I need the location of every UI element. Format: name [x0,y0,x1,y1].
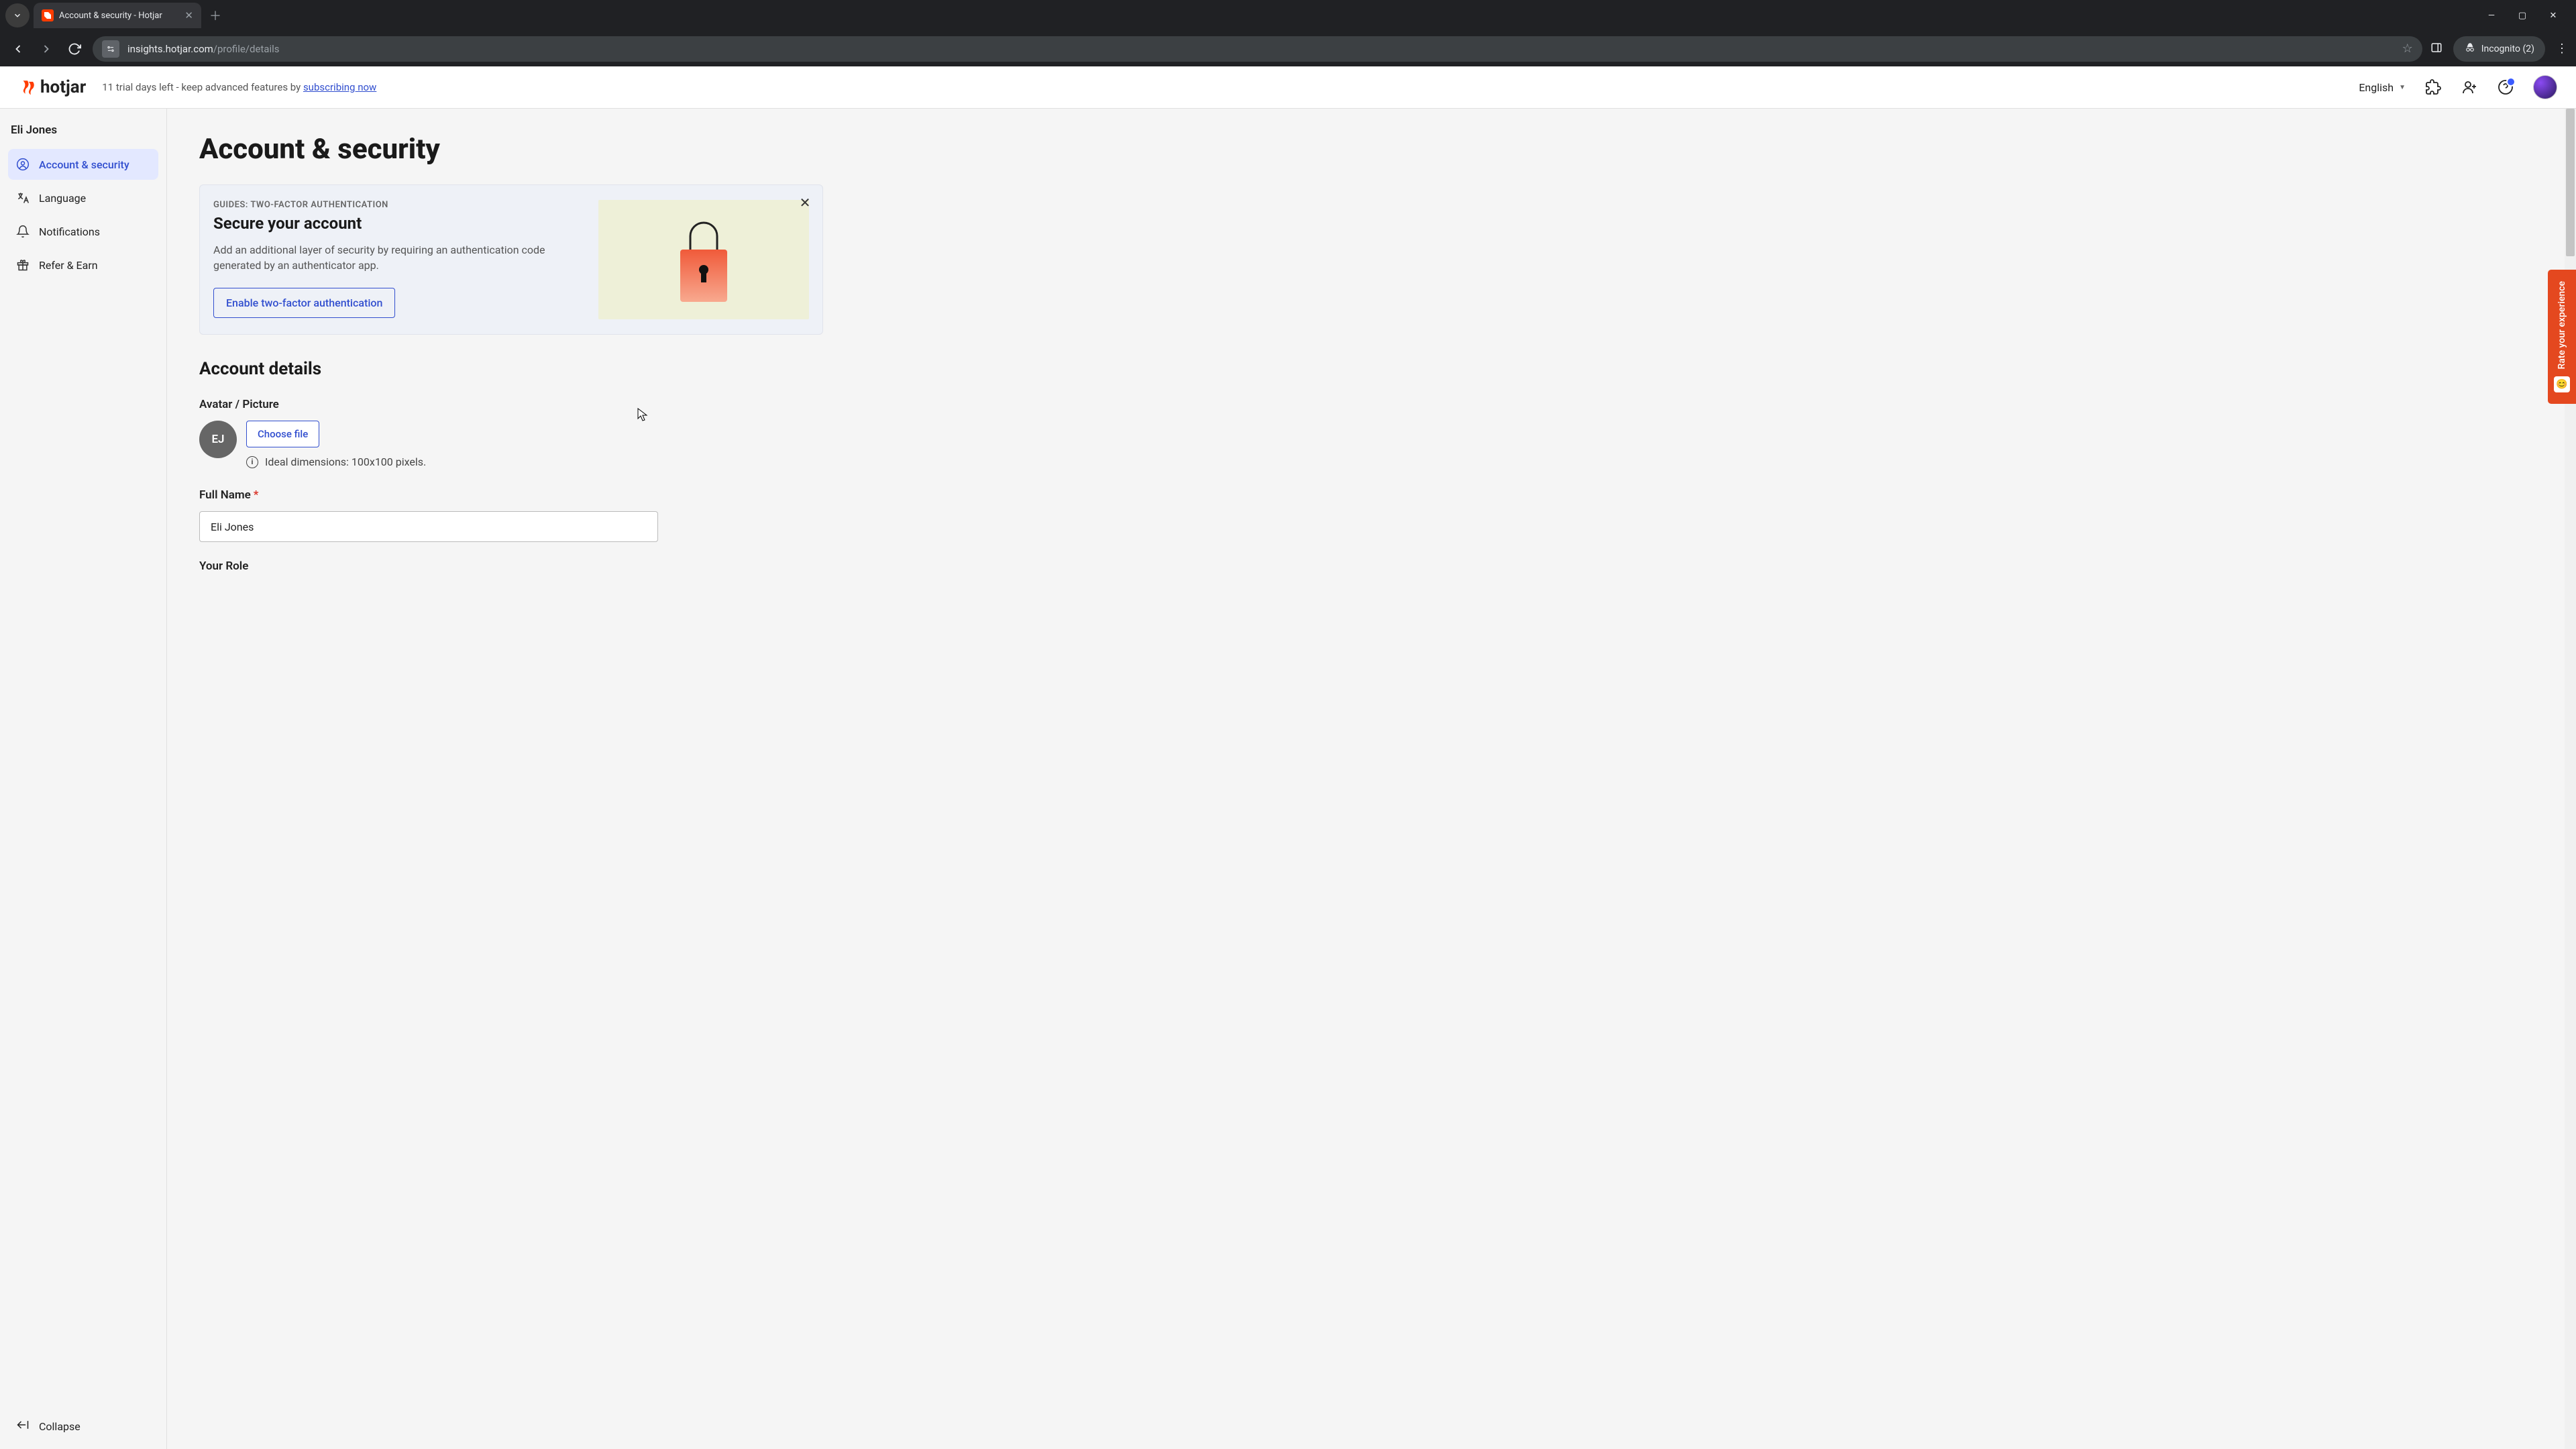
collapse-icon [16,1418,30,1434]
tab-search-button[interactable] [5,3,30,28]
sidebar-item-refer-earn[interactable]: Refer & Earn [8,250,158,280]
app-viewport: hotjar 11 trial days left - keep advance… [0,66,2576,1449]
banner-illustration [598,200,809,319]
bell-icon [16,225,30,238]
choose-file-button[interactable]: Choose file [246,421,319,447]
hint-text: Ideal dimensions: 100x100 pixels. [265,455,426,468]
banner-description: Add an additional layer of security by r… [213,242,549,273]
subscribe-link[interactable]: subscribing now [303,81,376,93]
language-selector[interactable]: English ▼ [2359,81,2406,94]
header-right: English ▼ [2359,75,2557,99]
sidebar-item-label: Account & security [39,158,129,171]
app-body: Eli Jones Account & security Language No… [0,109,2576,1449]
sidebar-item-language[interactable]: Language [8,182,158,213]
close-tab-icon[interactable]: ✕ [184,9,193,21]
side-panel-icon[interactable] [2430,42,2443,56]
gift-icon [16,258,30,272]
avatar-hint: i Ideal dimensions: 100x100 pixels. [246,455,426,468]
collapse-sidebar-button[interactable]: Collapse [8,1411,158,1441]
banner-title: Secure your account [213,214,585,233]
nav-bar: insights.hotjar.com/profile/details ☆ In… [0,31,2576,66]
invite-user-icon[interactable] [2461,78,2478,96]
url-text: insights.hotjar.com/profile/details [127,43,2394,55]
main-content: Account & security GUIDES: TWO-FACTOR AU… [167,109,2576,1449]
feedback-tab[interactable]: Rate your experience 😊 [2548,270,2576,404]
reload-button[interactable] [64,39,85,59]
full-name-label: Full Name* [199,488,2544,502]
incognito-label: Incognito (2) [2481,44,2534,54]
chevron-down-icon: ▼ [2399,84,2406,91]
browser-tab[interactable]: Account & security - Hotjar ✕ [34,3,201,28]
sidebar-item-label: Language [39,192,86,205]
hotjar-favicon-icon [42,9,54,21]
info-icon: i [246,456,258,468]
hotjar-logo[interactable]: hotjar [19,77,86,97]
toolbar-right: Incognito (2) ⋮ [2430,36,2568,62]
smiley-icon: 😊 [2554,376,2570,392]
window-controls: ― ▢ ✕ [2485,11,2571,21]
tab-strip: Account & security - Hotjar ✕ ＋ ― ▢ ✕ [0,0,2576,31]
avatar-label: Avatar / Picture [199,398,2544,411]
avatar-placeholder: EJ [199,421,237,458]
banner-eyebrow: GUIDES: TWO-FACTOR AUTHENTICATION [213,200,585,210]
close-banner-button[interactable]: ✕ [797,195,813,211]
maximize-button[interactable]: ▢ [2516,11,2529,21]
lock-icon [667,213,741,307]
back-button[interactable] [8,39,28,59]
user-avatar[interactable] [2533,75,2557,99]
language-label: English [2359,81,2394,94]
browser-menu-icon[interactable]: ⋮ [2556,42,2568,56]
feedback-label: Rate your experience [2557,281,2567,369]
enable-2fa-button[interactable]: Enable two-factor authentication [213,288,395,318]
your-role-label: Your Role [199,559,2544,573]
app-header: hotjar 11 trial days left - keep advance… [0,66,2576,109]
section-title-account-details: Account details [199,359,2544,379]
sidebar-item-label: Notifications [39,225,100,238]
integrations-icon[interactable] [2424,78,2442,96]
logo-text: hotjar [40,77,86,97]
forward-button[interactable] [36,39,56,59]
sidebar-item-notifications[interactable]: Notifications [8,216,158,247]
user-circle-icon [16,158,30,171]
two-factor-banner: GUIDES: TWO-FACTOR AUTHENTICATION Secure… [199,184,823,335]
bookmark-icon[interactable]: ☆ [2402,42,2413,56]
tab-title: Account & security - Hotjar [59,11,179,21]
language-icon [16,191,30,205]
site-info-icon[interactable] [102,40,119,58]
sidebar: Eli Jones Account & security Language No… [0,109,167,1449]
close-window-button[interactable]: ✕ [2546,11,2560,21]
scrollbar-thumb[interactable] [2566,109,2575,256]
avatar-row: EJ Choose file i Ideal dimensions: 100x1… [199,421,2544,468]
sidebar-item-account-security[interactable]: Account & security [8,149,158,180]
help-icon[interactable] [2497,78,2514,96]
sidebar-username: Eli Jones [8,123,158,149]
browser-chrome: Account & security - Hotjar ✕ ＋ ― ▢ ✕ in… [0,0,2576,66]
page-title: Account & security [199,133,2544,166]
minimize-button[interactable]: ― [2485,11,2498,21]
collapse-label: Collapse [39,1420,80,1433]
hotjar-flame-icon [19,78,36,96]
full-name-input[interactable] [199,511,658,542]
incognito-icon [2464,42,2476,56]
trial-banner: 11 trial days left - keep advanced featu… [102,81,376,93]
incognito-indicator[interactable]: Incognito (2) [2453,36,2545,62]
new-tab-button[interactable]: ＋ [205,5,225,25]
address-bar[interactable]: insights.hotjar.com/profile/details ☆ [93,36,2422,62]
sidebar-item-label: Refer & Earn [39,259,98,272]
